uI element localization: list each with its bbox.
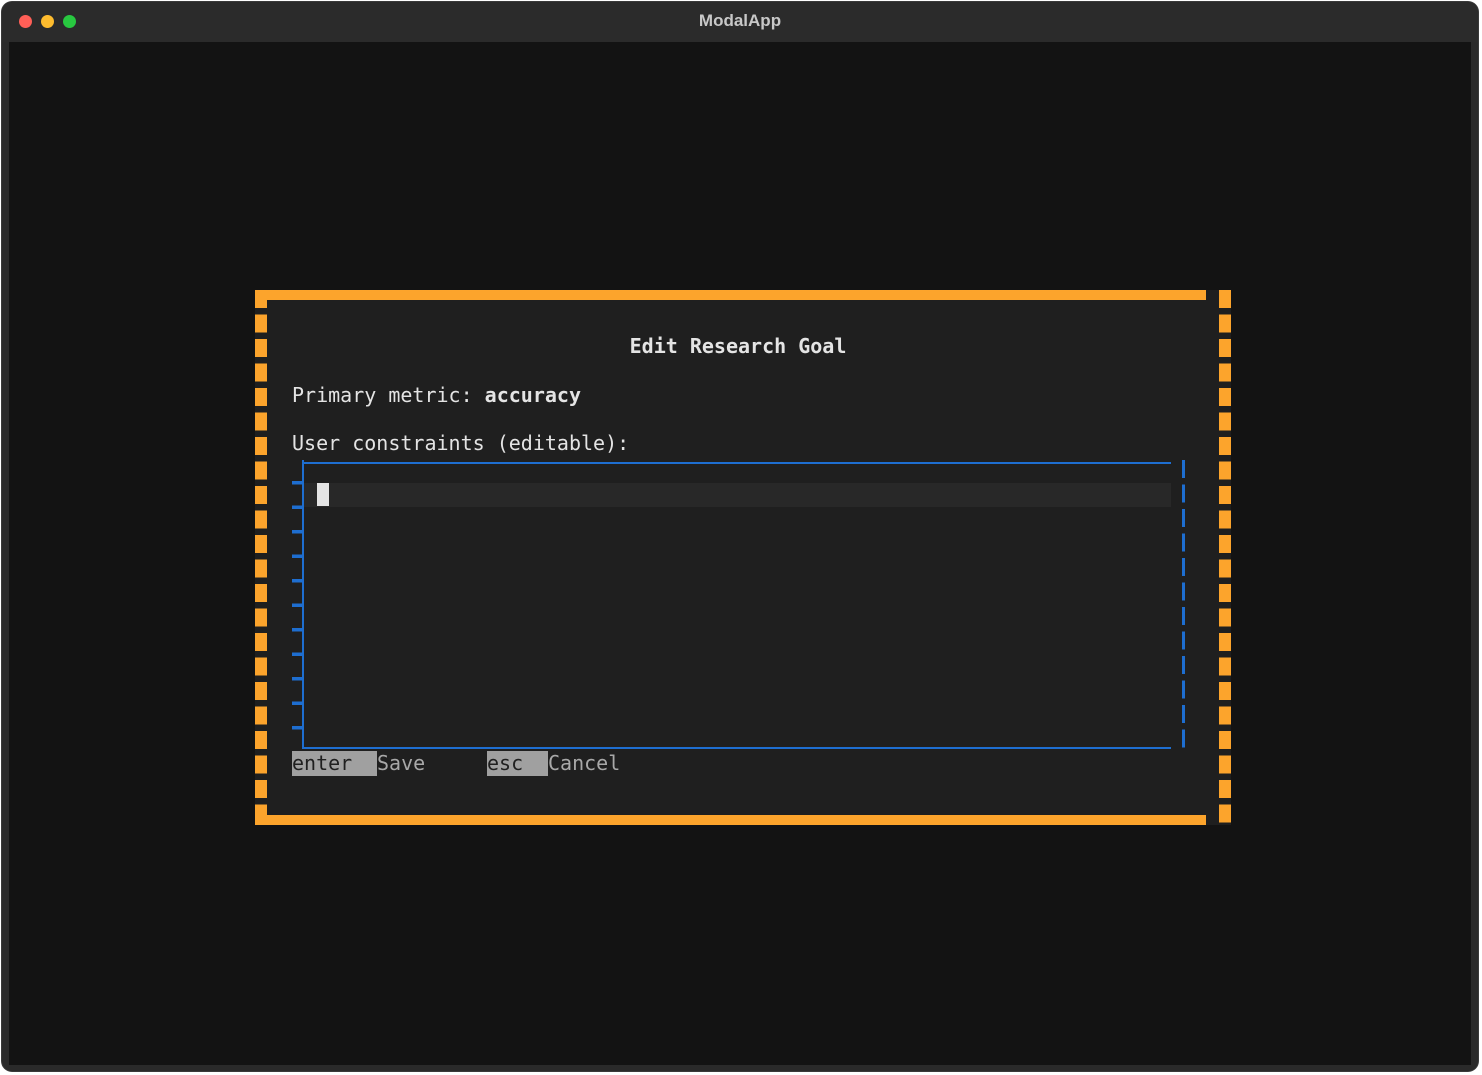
primary-metric-value: accuracy [484,383,581,407]
primary-metric-label: Primary metric: [292,383,485,407]
modal-border-top [255,290,1206,300]
title-bar[interactable]: ModalApp [2,2,1478,42]
text-cursor [317,483,329,506]
save-button[interactable]: Save [377,751,425,776]
window-title: ModalApp [698,11,782,30]
key-hints: enter Save esc Cancel [292,751,620,776]
textarea-scrollbar[interactable] [1182,460,1185,750]
cancel-button[interactable]: Cancel [548,751,620,776]
terminal-area: Edit Research Goal Primary metric: accur… [9,42,1471,1065]
primary-metric-row: Primary metric: accuracy [292,383,581,407]
modal-title: Edit Research Goal [629,334,847,358]
textarea-gutter [292,460,302,740]
textarea-border-bottom [302,747,1171,749]
modal-border-right [1219,290,1231,825]
current-line-highlight [304,483,1171,507]
save-key-badge[interactable]: enter [292,751,377,776]
constraints-label: User constraints (editable): [292,431,630,455]
edit-goal-modal: Edit Research Goal Primary metric: accur… [255,290,1231,825]
cancel-key-badge[interactable]: esc [487,751,548,776]
app-window: ModalApp Edit Research Goal Primary metr… [2,2,1478,1071]
constraints-textarea[interactable] [292,460,1186,750]
modal-border-left [255,290,267,825]
textarea-border-top [302,462,1171,464]
modal-border-bottom [255,815,1206,825]
